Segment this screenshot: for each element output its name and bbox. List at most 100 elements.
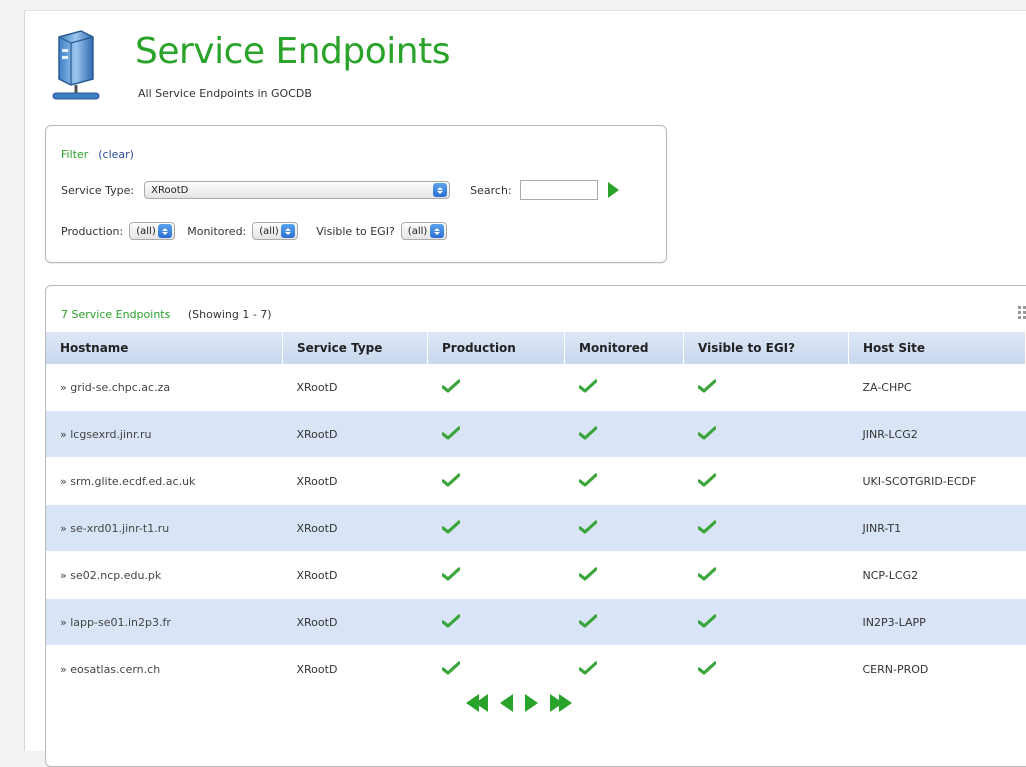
previous-page-icon[interactable]: [500, 694, 513, 712]
hostname-cell: » se-xrd01.jinr-t1.ru: [46, 504, 283, 552]
column-header-visible[interactable]: Visible to EGI?: [683, 332, 849, 364]
monitored-cell: [564, 457, 684, 505]
hostname-link[interactable]: » eosatlas.cern.ch: [60, 663, 160, 676]
page-frame: Service Endpoints All Service Endpoints …: [24, 10, 1026, 767]
checkmark-icon: [578, 613, 597, 628]
grid-icon[interactable]: [1018, 306, 1026, 320]
host-site-cell: CERN-PROD: [848, 645, 1026, 692]
host-site-cell: NCP-LCG2: [848, 551, 1026, 599]
host-site-cell: JINR-LCG2: [848, 410, 1026, 458]
results-summary: 7 Service Endpoints (Showing 1 - 7): [61, 308, 272, 321]
filter-label: Filter: [61, 148, 89, 161]
checkmark-icon: [578, 566, 597, 581]
service-type-cell: XRootD: [282, 504, 428, 552]
column-header-service-type[interactable]: Service Type: [282, 332, 428, 364]
monitored-cell: [564, 364, 684, 411]
host-site-cell: IN2P3-LAPP: [848, 598, 1026, 646]
checkmark-icon: [441, 613, 460, 628]
column-header-production[interactable]: Production: [427, 332, 565, 364]
service-type-value: XRootD: [151, 184, 189, 196]
visible-cell: [683, 598, 849, 646]
hostname-link[interactable]: » grid-se.chpc.ac.za: [60, 381, 170, 394]
production-select[interactable]: (all): [129, 222, 176, 240]
service-type-cell: XRootD: [282, 645, 428, 692]
first-page-icon[interactable]: [466, 694, 488, 712]
checkmark-icon: [578, 519, 597, 534]
hostname-link[interactable]: » se-xrd01.jinr-t1.ru: [60, 522, 169, 535]
results-panel: 7 Service Endpoints (Showing 1 - 7) Host…: [45, 285, 1026, 767]
table-row: » se02.ncp.edu.pk XRootD NCP-LCG2: [46, 551, 1026, 599]
checkmark-icon: [578, 660, 597, 675]
monitored-select[interactable]: (all): [252, 222, 299, 240]
production-cell: [427, 598, 565, 646]
monitored-cell: [564, 598, 684, 646]
hostname-link[interactable]: » srm.glite.ecdf.ed.ac.uk: [60, 475, 195, 488]
production-cell: [427, 457, 565, 505]
production-value: (all): [136, 225, 156, 237]
checkmark-icon: [697, 472, 716, 487]
checkmark-icon: [697, 425, 716, 440]
monitored-label: Monitored:: [187, 224, 247, 238]
column-header-monitored[interactable]: Monitored: [564, 332, 684, 364]
table-header-row: Hostname Service Type Production Monitor…: [46, 332, 1026, 364]
table-row: » eosatlas.cern.ch XRootD CERN-PROD: [46, 645, 1026, 692]
service-type-cell: XRootD: [282, 364, 428, 411]
last-page-icon[interactable]: [550, 694, 572, 712]
search-go-button[interactable]: [607, 182, 619, 198]
next-page-icon[interactable]: [525, 694, 538, 712]
visible-select[interactable]: (all): [400, 222, 447, 240]
monitored-cell: [564, 504, 684, 552]
checkmark-icon: [441, 660, 460, 675]
column-header-host-site[interactable]: Host Site: [848, 332, 1026, 364]
production-cell: [427, 364, 565, 411]
hostname-cell: » eosatlas.cern.ch: [46, 645, 283, 692]
production-label: Production:: [61, 224, 124, 238]
hostname-cell: » lapp-se01.in2p3.fr: [46, 598, 283, 646]
column-header-hostname[interactable]: Hostname: [46, 332, 283, 364]
checkmark-icon: [697, 566, 716, 581]
monitored-cell: [564, 410, 684, 458]
results-showing: (Showing 1 - 7): [187, 308, 272, 321]
checkmark-icon: [441, 378, 460, 393]
checkmark-icon: [441, 425, 460, 440]
table-row: » lcgsexrd.jinr.ru XRootD JINR-LCG2: [46, 410, 1026, 458]
results-count: 7 Service Endpoints: [61, 308, 171, 321]
visible-cell: [683, 645, 849, 692]
select-arrows-icon: [429, 224, 444, 238]
production-cell: [427, 504, 565, 552]
checkmark-icon: [441, 519, 460, 534]
hostname-link[interactable]: » lapp-se01.in2p3.fr: [60, 616, 171, 629]
table-row: » se-xrd01.jinr-t1.ru XRootD JINR-T1: [46, 504, 1026, 552]
checkmark-icon: [697, 660, 716, 675]
production-cell: [427, 645, 565, 692]
table-row: » srm.glite.ecdf.ed.ac.uk XRootD UKI-SCOTG…: [46, 457, 1026, 505]
page-title: Service Endpoints: [135, 31, 450, 72]
server-icon: [52, 30, 100, 100]
clear-filter-link[interactable]: (clear): [98, 148, 134, 161]
visible-cell: [683, 364, 849, 411]
visible-cell: [683, 457, 849, 505]
hostname-cell: » grid-se.chpc.ac.za: [46, 364, 283, 411]
hostname-cell: » lcgsexrd.jinr.ru: [46, 410, 283, 458]
production-cell: [427, 551, 565, 599]
visible-cell: [683, 551, 849, 599]
hostname-cell: » se02.ncp.edu.pk: [46, 551, 283, 599]
search-input[interactable]: [519, 180, 598, 200]
service-type-cell: XRootD: [282, 551, 428, 599]
checkmark-icon: [578, 472, 597, 487]
pagination: [466, 694, 572, 712]
service-type-cell: XRootD: [282, 598, 428, 646]
page-subtitle: All Service Endpoints in GOCDB: [138, 87, 312, 100]
hostname-link[interactable]: » lcgsexrd.jinr.ru: [60, 428, 152, 441]
hostname-link[interactable]: » se02.ncp.edu.pk: [60, 569, 161, 582]
endpoints-table: Hostname Service Type Production Monitor…: [46, 332, 1026, 692]
hostname-cell: » srm.glite.ecdf.ed.ac.uk: [46, 457, 283, 505]
visible-label: Visible to EGI?: [316, 224, 395, 238]
checkmark-icon: [441, 472, 460, 487]
service-type-label: Service Type:: [61, 183, 135, 197]
service-type-select[interactable]: XRootD: [144, 181, 451, 199]
monitored-cell: [564, 645, 684, 692]
visible-cell: [683, 410, 849, 458]
service-type-cell: XRootD: [282, 410, 428, 458]
monitored-value: (all): [259, 225, 279, 237]
